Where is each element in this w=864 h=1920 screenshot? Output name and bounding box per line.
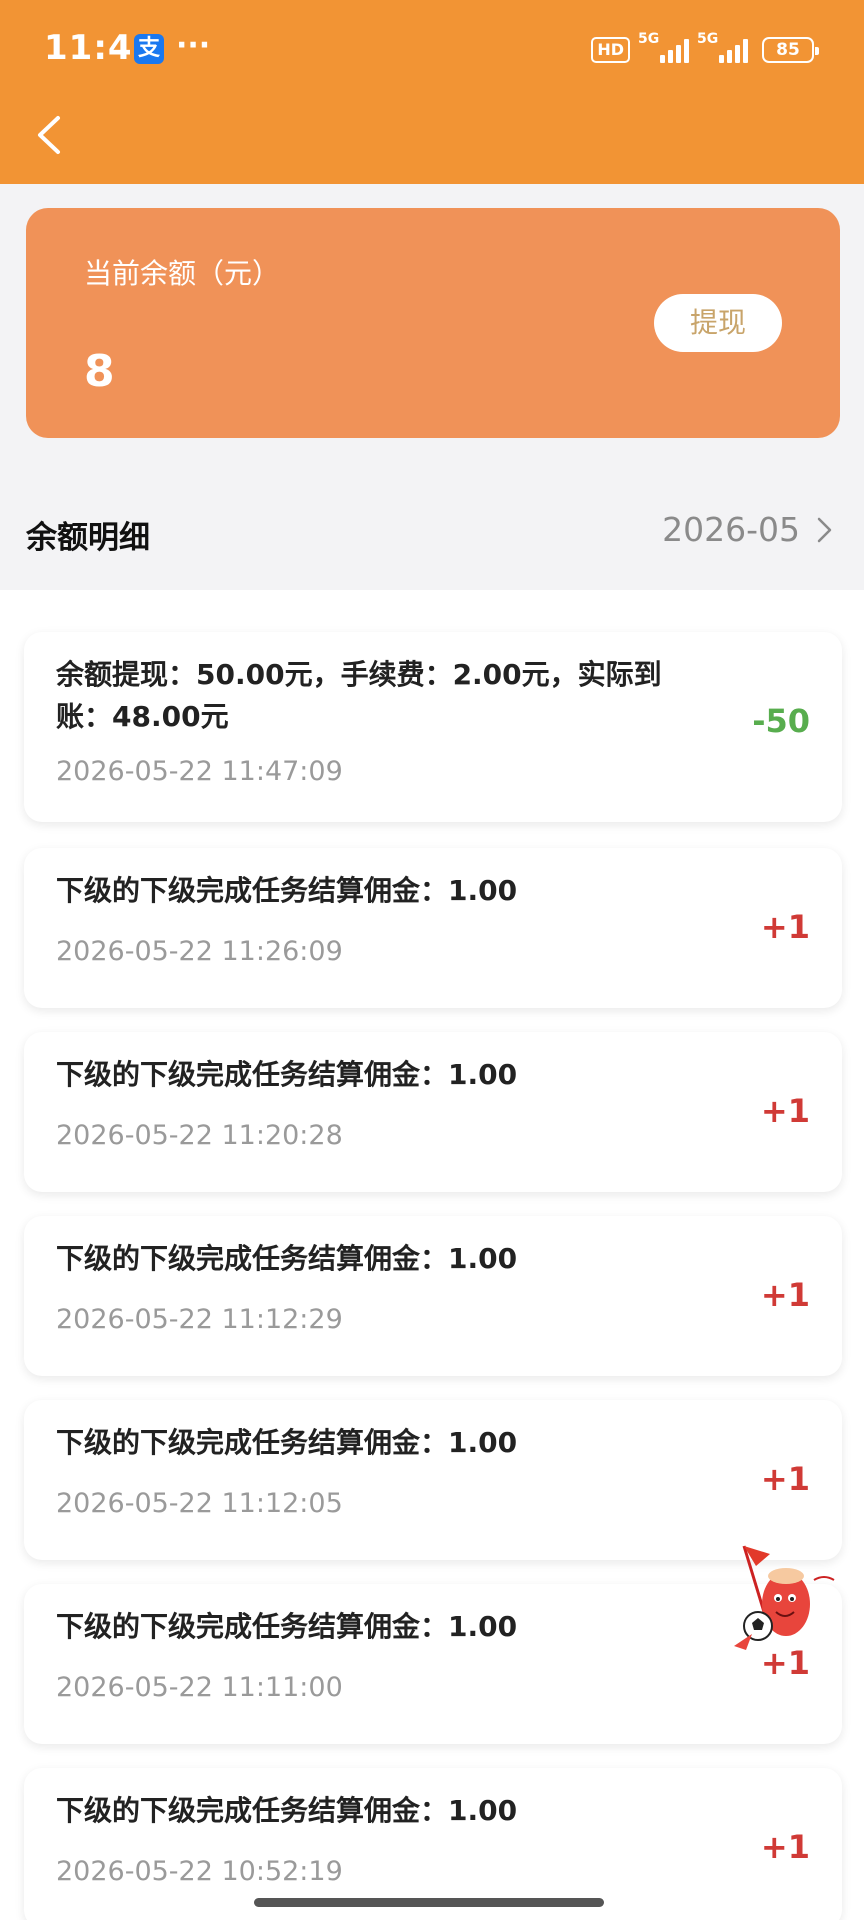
record-amount: -50	[752, 702, 810, 740]
signal-icon-1: 5G	[638, 31, 689, 63]
record-time: 2026-05-22 10:52:19	[56, 1856, 343, 1887]
record-description: 下级的下级完成任务结算佣金：1.00	[56, 1610, 518, 1643]
balance-value: 8	[84, 346, 115, 397]
record-item[interactable]: 余额提现：50.00元，手续费：2.00元，实际到账：48.00元 2026-0…	[24, 632, 842, 822]
record-description: 下级的下级完成任务结算佣金：1.00	[56, 1794, 518, 1827]
balance-card: 当前余额（元） 8 提现	[26, 208, 840, 438]
record-time: 2026-05-22 11:26:09	[56, 936, 343, 967]
record-time: 2026-05-22 11:12:05	[56, 1488, 343, 1519]
alipay-icon: 支	[134, 34, 164, 64]
chevron-right-icon	[817, 517, 832, 542]
record-item[interactable]: 下级的下级完成任务结算佣金：1.00 2026-05-22 11:12:05 +…	[24, 1400, 842, 1560]
record-time: 2026-05-22 11:47:09	[56, 756, 343, 787]
network-type-1: 5G	[638, 31, 660, 47]
record-description: 下级的下级完成任务结算佣金：1.00	[56, 874, 518, 907]
record-item[interactable]: 下级的下级完成任务结算佣金：1.00 2026-05-22 11:26:09 +…	[24, 848, 842, 1008]
record-amount: +1	[760, 908, 810, 946]
details-header: 余额明细 2026-05	[0, 480, 864, 590]
record-time: 2026-05-22 11:11:00	[56, 1672, 343, 1703]
withdraw-button[interactable]: 提现	[654, 294, 782, 352]
record-time: 2026-05-22 11:20:28	[56, 1120, 343, 1151]
record-description: 下级的下级完成任务结算佣金：1.00	[56, 1426, 518, 1459]
record-item[interactable]: 下级的下级完成任务结算佣金：1.00 2026-05-22 11:11:00 +…	[24, 1584, 842, 1744]
details-title: 余额明细	[26, 520, 150, 556]
record-time: 2026-05-22 11:12:29	[56, 1304, 343, 1335]
record-description: 余额提现：50.00元，手续费：2.00元，实际到账：48.00元	[56, 658, 662, 733]
signal-icon-2: 5G	[697, 31, 748, 63]
chevron-left-icon	[38, 116, 60, 154]
balance-label: 当前余额（元）	[84, 257, 281, 290]
record-amount: +1	[760, 1460, 810, 1498]
record-description: 下级的下级完成任务结算佣金：1.00	[56, 1242, 518, 1275]
records-list[interactable]: 余额提现：50.00元，手续费：2.00元，实际到账：48.00元 2026-0…	[0, 590, 864, 1920]
network-type-2: 5G	[697, 31, 719, 47]
status-bar: 11:48 支 ··· HD 5G 5G 85	[0, 0, 864, 100]
record-item[interactable]: 下级的下级完成任务结算佣金：1.00 2026-05-22 11:20:28 +…	[24, 1032, 842, 1192]
record-item[interactable]: 下级的下级完成任务结算佣金：1.00 2026-05-22 11:12:29 +…	[24, 1216, 842, 1376]
system-icons: HD 5G 5G 85	[591, 30, 819, 70]
back-button[interactable]	[30, 110, 70, 160]
month-picker[interactable]: 2026-05	[662, 510, 834, 549]
battery-icon: 85	[762, 37, 819, 63]
home-indicator[interactable]	[254, 1898, 604, 1907]
mascot-sticker[interactable]	[730, 1538, 842, 1658]
month-value: 2026-05	[662, 510, 800, 549]
more-notifications-icon: ···	[176, 28, 211, 63]
record-amount: +1	[760, 1092, 810, 1130]
mascot-icon	[734, 1545, 835, 1650]
top-header: 11:48 支 ··· HD 5G 5G 85	[0, 0, 864, 184]
hd-voice-icon: HD	[591, 37, 630, 63]
record-amount: +1	[760, 1828, 810, 1866]
record-description: 下级的下级完成任务结算佣金：1.00	[56, 1058, 518, 1091]
record-amount: +1	[760, 1276, 810, 1314]
